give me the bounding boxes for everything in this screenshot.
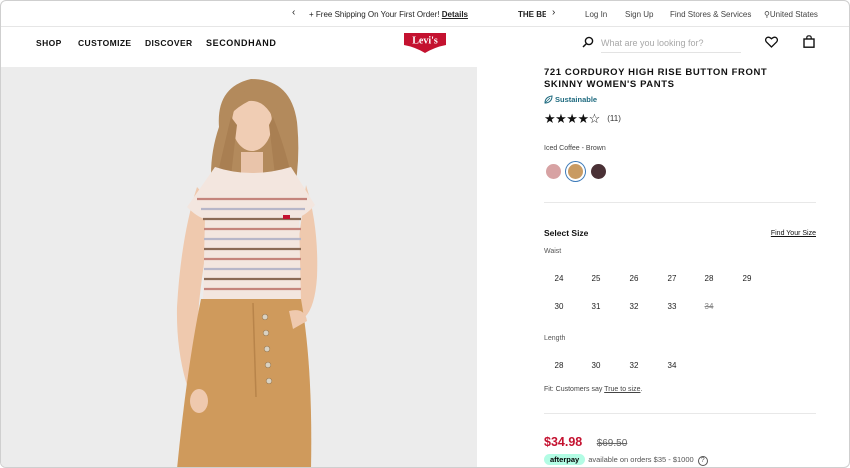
color-swatch-iced-coffee-selected[interactable]: [568, 164, 583, 179]
review-count[interactable]: (11): [607, 114, 621, 123]
chevron-right-icon[interactable]: ›: [552, 8, 555, 18]
waist-option[interactable]: 26: [619, 274, 649, 283]
price-block: $34.98 $69.50: [544, 433, 627, 451]
promo-message-text: + Free Shipping On Your First Order!: [309, 10, 440, 19]
signup-link[interactable]: Sign Up: [625, 10, 653, 19]
sustainable-label: Sustainable: [555, 95, 598, 104]
promo-bar: ‹ + Free Shipping On Your First Order! D…: [1, 1, 849, 27]
length-option[interactable]: 30: [581, 361, 611, 370]
nav-shop[interactable]: SHOP: [36, 38, 62, 48]
true-to-size-link[interactable]: True to size: [604, 386, 640, 393]
waist-option[interactable]: 24: [544, 274, 574, 283]
shopping-bag-icon[interactable]: [803, 35, 815, 48]
fit-note: Fit: Customers say True to size.: [544, 386, 642, 393]
logo-text: Levi's: [412, 36, 438, 47]
selected-color-name: Iced Coffee - Brown: [544, 145, 606, 152]
sustainable-badge[interactable]: Sustainable: [544, 95, 597, 104]
select-size-heading: Select Size: [544, 228, 589, 238]
length-option[interactable]: 34: [657, 361, 687, 370]
find-your-size-link[interactable]: Find Your Size: [771, 230, 816, 237]
promo-details-link[interactable]: Details: [442, 10, 468, 19]
original-price: $69.50: [596, 438, 628, 449]
afterpay-info: afterpay available on orders $35 - $1000?: [544, 454, 708, 466]
afterpay-text: available on orders $35 - $1000: [588, 455, 694, 464]
chevron-left-icon[interactable]: ‹: [292, 8, 295, 18]
waist-option[interactable]: 27: [657, 274, 687, 283]
promo-message: + Free Shipping On Your First Order! Det…: [309, 10, 468, 19]
waist-option-unavailable[interactable]: 34: [694, 302, 724, 311]
country-selector[interactable]: ⚲United States: [764, 10, 818, 19]
sale-price: $34.98: [544, 435, 583, 449]
length-option[interactable]: 28: [544, 361, 574, 370]
nav-discover[interactable]: DISCOVER: [145, 38, 193, 48]
length-label: Length: [544, 335, 566, 342]
promo-next-message: THE BE: [518, 10, 546, 19]
levis-logo[interactable]: Levi's: [402, 32, 448, 54]
waist-option[interactable]: 31: [581, 302, 611, 311]
waist-option[interactable]: 30: [544, 302, 574, 311]
divider: [544, 413, 816, 414]
country-label: United States: [769, 10, 818, 19]
waist-option[interactable]: 33: [657, 302, 687, 311]
search-input[interactable]: [601, 33, 741, 53]
nav-secondhand[interactable]: SECONDHAND: [206, 38, 277, 48]
browser-frame: ‹ + Free Shipping On Your First Order! D…: [0, 0, 850, 468]
fit-prefix: Fit: Customers say: [544, 386, 605, 393]
main-header: SHOP CUSTOMIZE DISCOVER SECONDHAND Levi'…: [1, 27, 849, 67]
nav-customize[interactable]: CUSTOMIZE: [78, 38, 132, 48]
info-icon[interactable]: ?: [697, 456, 708, 466]
afterpay-badge: afterpay: [544, 454, 586, 465]
waist-option[interactable]: 25: [581, 274, 611, 283]
heart-icon[interactable]: [765, 36, 778, 48]
waist-option[interactable]: 32: [619, 302, 649, 311]
waist-option[interactable]: 29: [732, 274, 762, 283]
rating[interactable]: ★★★★☆ (11): [544, 110, 621, 128]
leaf-icon: [544, 95, 553, 104]
model-photo: [1, 67, 477, 467]
search-icon[interactable]: [582, 36, 594, 48]
fit-suffix: .: [640, 386, 643, 393]
color-swatch-dark-brown[interactable]: [591, 164, 606, 179]
find-stores-link[interactable]: Find Stores & Services: [670, 10, 751, 19]
waist-option[interactable]: 28: [694, 274, 724, 283]
star-rating-icon: ★★★★☆: [544, 111, 600, 126]
product-image[interactable]: [1, 67, 477, 467]
length-option[interactable]: 32: [619, 361, 649, 370]
product-title: 721 CORDUROY HIGH RISE BUTTON FRONT SKIN…: [544, 67, 768, 90]
color-swatch-pink[interactable]: [546, 164, 561, 179]
divider: [544, 202, 816, 203]
waist-label: Waist: [544, 248, 562, 255]
login-link[interactable]: Log In: [585, 10, 607, 19]
